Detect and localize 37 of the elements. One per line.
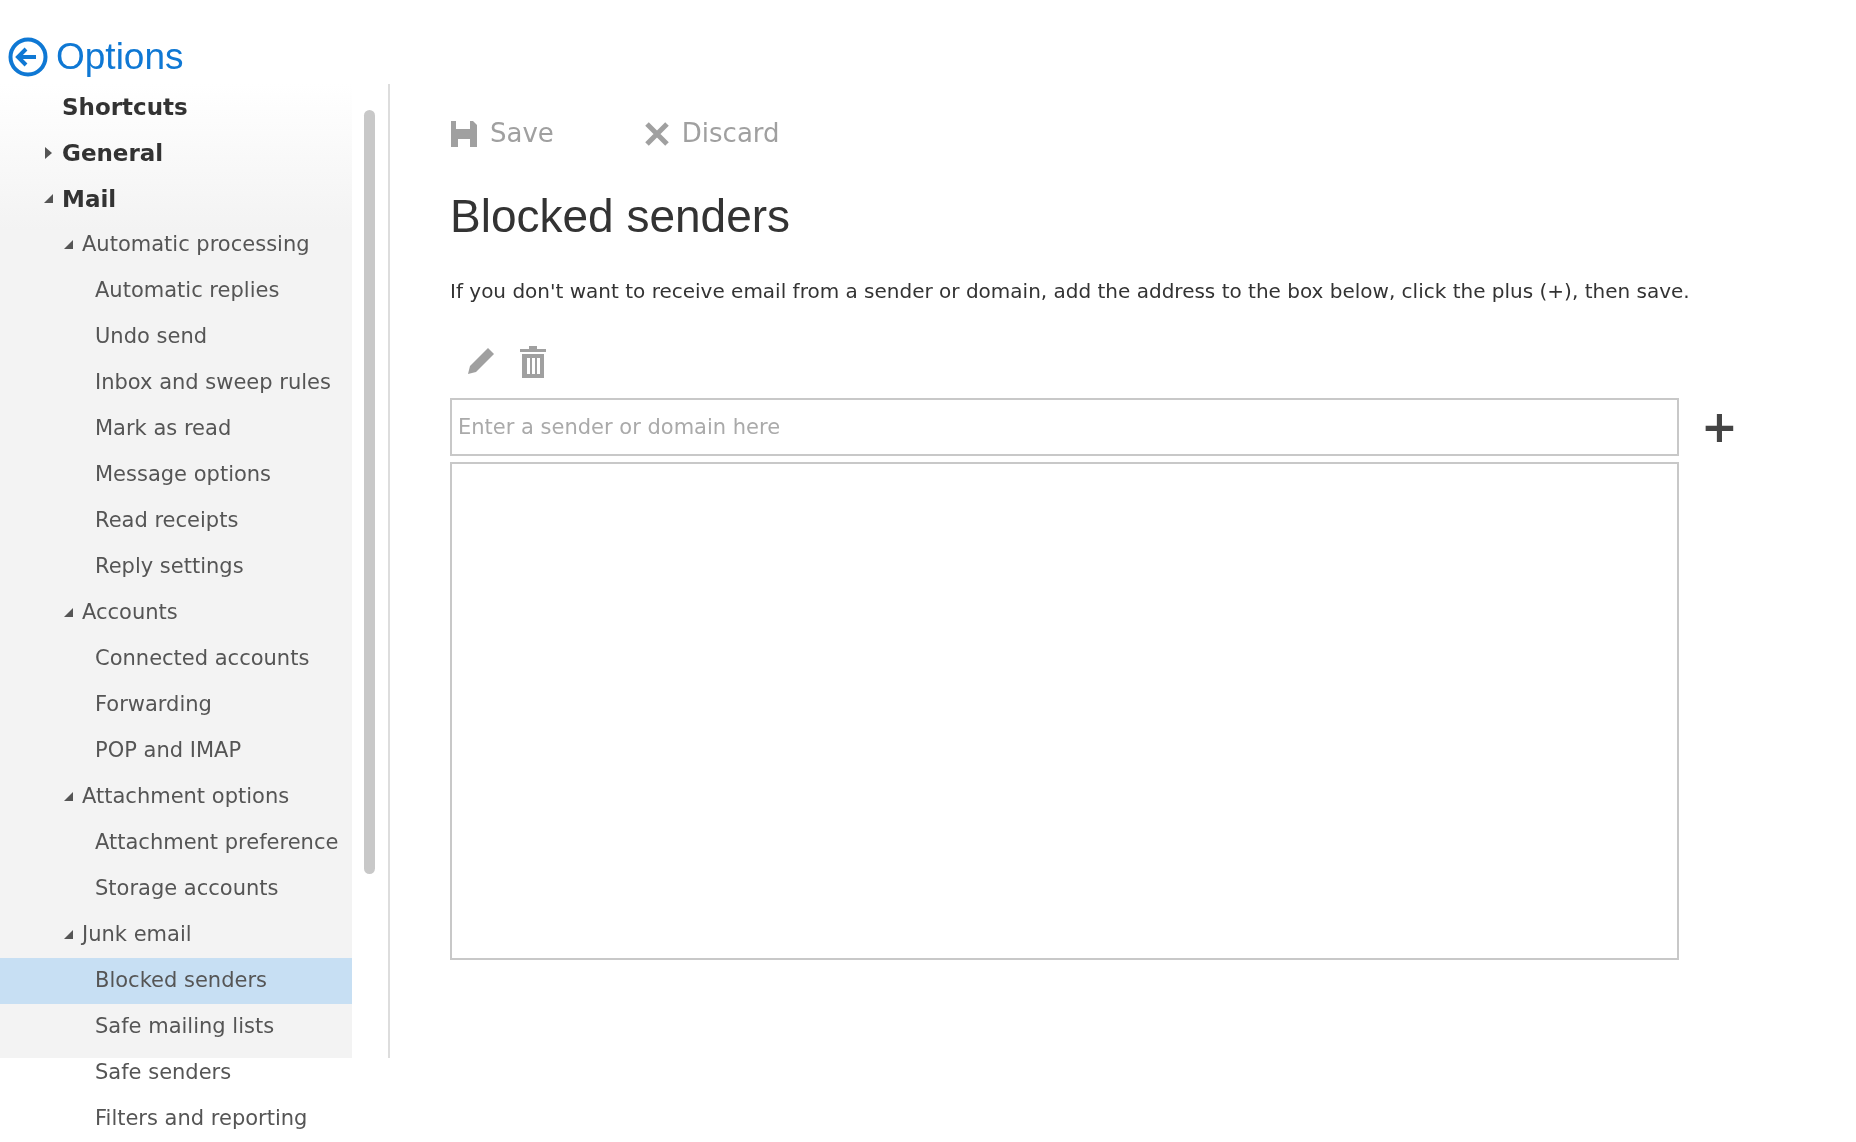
sidebar-item[interactable]: Accounts (0, 590, 352, 636)
sidebar-item[interactable]: Mark as read (0, 406, 352, 452)
sidebar-item[interactable]: Safe senders (0, 1050, 352, 1096)
expanded-caret-icon[interactable] (63, 928, 73, 942)
sidebar-item[interactable]: Mail (0, 176, 352, 222)
sidebar-item[interactable]: Filters and reporting (0, 1096, 352, 1142)
description-text: If you don't want to receive email from a sender or domain, add the address to the box below, click the plus (+), then save. (450, 278, 1691, 306)
collapsed-caret-icon[interactable] (43, 146, 53, 160)
sidebar-item[interactable]: Connected accounts (0, 636, 352, 682)
sidebar-item[interactable]: Attachment options (0, 774, 352, 820)
sidebar-item[interactable]: Attachment preference (0, 820, 352, 866)
sender-input-field[interactable]: Enter a sender or domain here (450, 398, 1679, 457)
expanded-caret-icon[interactable] (63, 238, 73, 252)
add-button[interactable]: + (1695, 405, 1744, 450)
sidebar-item[interactable]: Automatic processing (0, 222, 352, 268)
sidebar-item[interactable]: Forwarding (0, 682, 352, 728)
scrollbar-thumb[interactable] (364, 110, 375, 874)
close-icon (643, 120, 670, 147)
sidebar-item[interactable]: Read receipts (0, 498, 352, 544)
sidebar-item[interactable]: POP and IMAP (0, 728, 352, 774)
sidebar-item[interactable]: Junk email (0, 912, 352, 958)
sidebar-item[interactable]: Blocked senders (0, 958, 352, 1004)
sidebar-item[interactable]: Message options (0, 452, 352, 498)
sidebar-item[interactable]: Reply settings (0, 544, 352, 590)
options-title: Options (56, 35, 184, 79)
sidebar-item[interactable]: General (0, 130, 352, 176)
sidebar-item[interactable]: Storage accounts (0, 866, 352, 912)
trash-icon[interactable] (520, 346, 546, 379)
expanded-caret-icon[interactable] (63, 606, 73, 620)
expanded-caret-icon[interactable] (43, 192, 53, 206)
sidebar-item[interactable]: Inbox and sweep rules (0, 360, 352, 406)
sidebar-item[interactable]: Shortcuts (0, 84, 352, 130)
sidebar-item[interactable]: Undo send (0, 314, 352, 360)
expanded-caret-icon[interactable] (63, 790, 73, 804)
page-title: Blocked senders (450, 189, 792, 244)
sidebar-item[interactable]: Safe mailing lists (0, 1004, 352, 1050)
sidebar-item[interactable]: Automatic replies (0, 268, 352, 314)
